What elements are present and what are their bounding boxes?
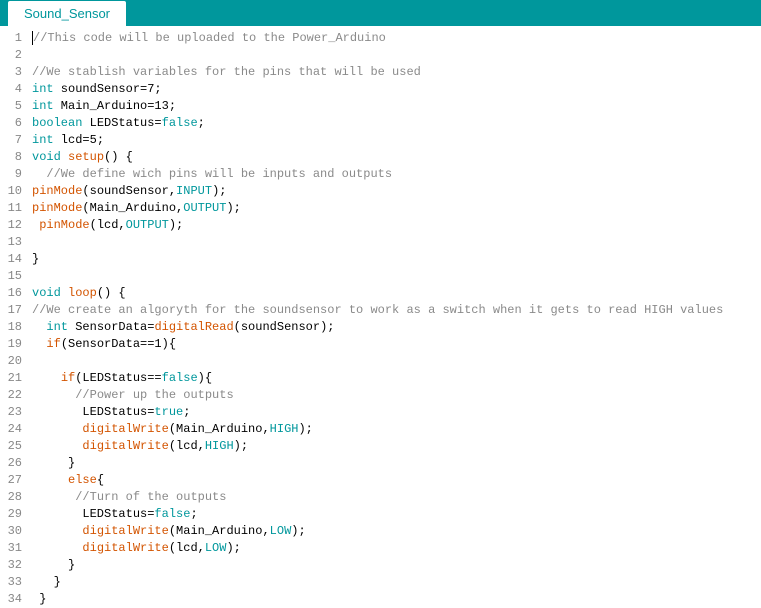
line-number: 29: [0, 506, 22, 523]
code-line[interactable]: digitalWrite(lcd,HIGH);: [32, 438, 761, 455]
code-line[interactable]: }: [32, 574, 761, 591]
line-number: 23: [0, 404, 22, 421]
line-number: 10: [0, 183, 22, 200]
code-line[interactable]: //Turn of the outputs: [32, 489, 761, 506]
line-number: 9: [0, 166, 22, 183]
line-number: 6: [0, 115, 22, 132]
code-area[interactable]: //This code will be uploaded to the Powe…: [28, 30, 761, 608]
line-number: 33: [0, 574, 22, 591]
line-number: 27: [0, 472, 22, 489]
line-number: 8: [0, 149, 22, 166]
line-number: 18: [0, 319, 22, 336]
line-number: 21: [0, 370, 22, 387]
code-line[interactable]: }: [32, 557, 761, 574]
tab-sound-sensor[interactable]: Sound_Sensor: [8, 1, 126, 26]
code-line[interactable]: pinMode(soundSensor,INPUT);: [32, 183, 761, 200]
code-line[interactable]: void loop() {: [32, 285, 761, 302]
code-line[interactable]: int lcd=5;: [32, 132, 761, 149]
code-line[interactable]: [32, 47, 761, 64]
code-line[interactable]: int SensorData=digitalRead(soundSensor);: [32, 319, 761, 336]
line-number-gutter: 1234567891011121314151617181920212223242…: [0, 30, 28, 608]
code-line[interactable]: digitalWrite(lcd,LOW);: [32, 540, 761, 557]
line-number: 22: [0, 387, 22, 404]
code-line[interactable]: LEDStatus=true;: [32, 404, 761, 421]
code-line[interactable]: if(SensorData==1){: [32, 336, 761, 353]
line-number: 12: [0, 217, 22, 234]
line-number: 15: [0, 268, 22, 285]
code-line[interactable]: digitalWrite(Main_Arduino,HIGH);: [32, 421, 761, 438]
line-number: 5: [0, 98, 22, 115]
code-line[interactable]: boolean LEDStatus=false;: [32, 115, 761, 132]
line-number: 14: [0, 251, 22, 268]
code-line[interactable]: digitalWrite(Main_Arduino,LOW);: [32, 523, 761, 540]
code-line[interactable]: pinMode(lcd,OUTPUT);: [32, 217, 761, 234]
code-line[interactable]: [32, 268, 761, 285]
line-number: 30: [0, 523, 22, 540]
line-number: 25: [0, 438, 22, 455]
line-number: 7: [0, 132, 22, 149]
line-number: 26: [0, 455, 22, 472]
line-number: 31: [0, 540, 22, 557]
code-line[interactable]: int Main_Arduino=13;: [32, 98, 761, 115]
line-number: 16: [0, 285, 22, 302]
line-number: 4: [0, 81, 22, 98]
code-line[interactable]: if(LEDStatus==false){: [32, 370, 761, 387]
line-number: 20: [0, 353, 22, 370]
code-line[interactable]: //Power up the outputs: [32, 387, 761, 404]
code-line[interactable]: else{: [32, 472, 761, 489]
line-number: 24: [0, 421, 22, 438]
code-editor[interactable]: 1234567891011121314151617181920212223242…: [0, 26, 761, 608]
code-line[interactable]: pinMode(Main_Arduino,OUTPUT);: [32, 200, 761, 217]
code-line[interactable]: //This code will be uploaded to the Powe…: [32, 30, 761, 47]
tab-bar: Sound_Sensor: [0, 0, 761, 26]
line-number: 2: [0, 47, 22, 64]
line-number: 19: [0, 336, 22, 353]
line-number: 13: [0, 234, 22, 251]
code-line[interactable]: //We stablish variables for the pins tha…: [32, 64, 761, 81]
code-line[interactable]: LEDStatus=false;: [32, 506, 761, 523]
code-line[interactable]: [32, 353, 761, 370]
line-number: 28: [0, 489, 22, 506]
code-line[interactable]: }: [32, 251, 761, 268]
line-number: 11: [0, 200, 22, 217]
code-line[interactable]: [32, 234, 761, 251]
code-line[interactable]: //We define wich pins will be inputs and…: [32, 166, 761, 183]
line-number: 3: [0, 64, 22, 81]
code-line[interactable]: int soundSensor=7;: [32, 81, 761, 98]
line-number: 1: [0, 30, 22, 47]
line-number: 32: [0, 557, 22, 574]
code-line[interactable]: }: [32, 455, 761, 472]
line-number: 17: [0, 302, 22, 319]
code-line[interactable]: void setup() {: [32, 149, 761, 166]
code-line[interactable]: //We create an algoryth for the soundsen…: [32, 302, 761, 319]
